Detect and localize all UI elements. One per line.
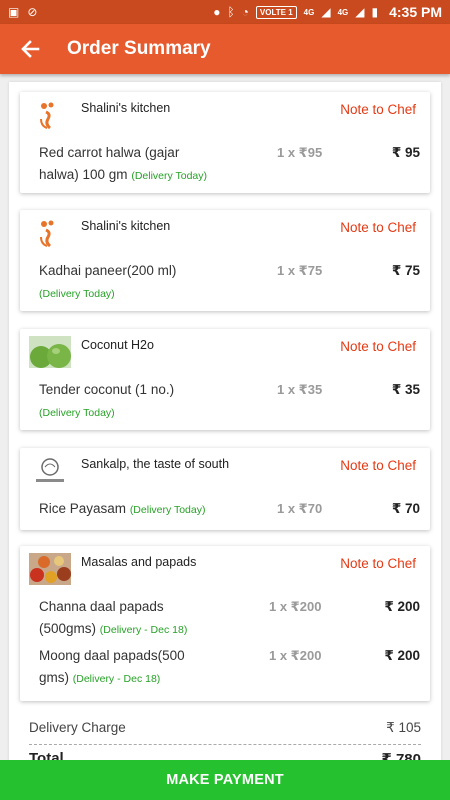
order-item: Kadhai paneer(200 ml) (Delivery Today) 1… <box>20 260 430 305</box>
order-item: Rice Payasam (Delivery Today) 1 x ₹70 ₹ … <box>20 498 430 521</box>
back-button[interactable] <box>0 24 60 74</box>
item-name-text: Kadhai paneer(200 ml) <box>39 263 177 278</box>
item-name-line2: (500gms) <box>39 621 97 636</box>
order-item: Red carrot halwa (gajar halwa) 100 gm (D… <box>20 142 430 187</box>
delivery-info: (Delivery - Dec 18) <box>99 624 188 636</box>
item-name-line1: Channa daal papads <box>39 599 164 614</box>
total-label: Total <box>29 750 64 760</box>
item-name: Channa daal papads (500gms) (Delivery - … <box>39 596 259 641</box>
no-signal-icon: ⊘ <box>27 5 38 19</box>
signal-icon: ◢ <box>321 5 331 19</box>
item-name: Kadhai paneer(200 ml) (Delivery Today) <box>39 260 259 305</box>
order-card: Coconut H2o Note to Chef Tender coconut … <box>20 329 430 430</box>
item-name-line2: halwa) 100 gm <box>39 167 128 182</box>
delivery-info: (Delivery Today) <box>129 504 206 516</box>
note-to-chef-button[interactable]: Note to Chef <box>340 458 416 473</box>
delivery-info: (Delivery Today) <box>39 288 115 300</box>
item-name-text: Tender coconut (1 no.) <box>39 382 175 397</box>
note-to-chef-button[interactable]: Note to Chef <box>340 220 416 235</box>
status-time: 4:35 PM <box>389 4 442 20</box>
item-name-line1: Red carrot halwa (gajar <box>39 145 180 160</box>
coconut-image <box>29 336 71 368</box>
note-to-chef-button[interactable]: Note to Chef <box>340 339 416 354</box>
total-row: Total ₹ 780 <box>29 750 421 760</box>
order-card: Shalini's kitchen Note to Chef Kadhai pa… <box>20 210 430 311</box>
order-card: Masalas and papads Note to Chef Channa d… <box>20 546 430 701</box>
signal-icon: ◢ <box>355 5 365 19</box>
item-name-line1: Moong daal papads(500 <box>39 648 185 663</box>
shop-name: Masalas and papads <box>81 555 197 569</box>
item-name: Rice Payasam (Delivery Today) <box>39 498 279 521</box>
summary-divider <box>29 744 421 745</box>
item-quantity: 1 x ₹95 <box>277 145 323 160</box>
delivery-charge-label: Delivery Charge <box>29 720 126 735</box>
total-value: ₹ 780 <box>381 751 421 760</box>
item-name-text: Rice Payasam <box>39 501 127 516</box>
signal-4g-2: 4G <box>337 7 349 17</box>
order-container: Shalini's kitchen Note to Chef Red carro… <box>9 82 441 760</box>
delivery-info: (Delivery Today) <box>39 407 115 419</box>
order-card: Sankalp, the taste of south Note to Chef… <box>20 448 430 530</box>
status-bar: ▣ ⊘ ● ᛒ ◔ VOLTE 1 4G ◢ 4G ◢ ▮ 4:35 PM <box>0 0 450 24</box>
order-item: Channa daal papads (500gms) (Delivery - … <box>20 596 430 641</box>
order-list[interactable]: Shalini's kitchen Note to Chef Red carro… <box>0 74 450 760</box>
order-item: Tender coconut (1 no.) (Delivery Today) … <box>20 379 430 424</box>
note-to-chef-button[interactable]: Note to Chef <box>340 556 416 571</box>
item-quantity: 1 x ₹200 <box>269 648 322 663</box>
shop-name: Sankalp, the taste of south <box>81 457 230 471</box>
item-price: ₹ 70 <box>391 501 420 516</box>
app-bar: Order Summary <box>0 24 450 74</box>
item-quantity: 1 x ₹75 <box>277 263 323 278</box>
wifi-icon: ◔ <box>241 5 249 19</box>
volte-badge: VOLTE 1 <box>255 5 297 19</box>
location-icon: ● <box>213 5 221 19</box>
shop-name: Shalini's kitchen <box>81 101 171 115</box>
order-item: Moong daal papads(500 gms) (Delivery - D… <box>20 645 430 690</box>
item-name: Red carrot halwa (gajar halwa) 100 gm (D… <box>39 142 259 187</box>
item-price: ₹ 95 <box>391 145 420 160</box>
item-quantity: 1 x ₹200 <box>269 599 322 614</box>
shop-name: Coconut H2o <box>81 338 154 352</box>
chef-logo-icon <box>40 220 54 248</box>
item-quantity: 1 x ₹35 <box>277 382 323 397</box>
item-name-line2: gms) <box>39 670 69 685</box>
image-notification-icon: ▣ <box>8 5 20 19</box>
item-price: ₹ 200 <box>384 648 420 663</box>
make-payment-button[interactable]: MAKE PAYMENT <box>0 760 450 800</box>
item-price: ₹ 200 <box>384 599 420 614</box>
delivery-charge-row: Delivery Charge ₹ 105 <box>29 720 421 736</box>
item-name: Moong daal papads(500 gms) (Delivery - D… <box>39 645 259 690</box>
arrow-left-icon <box>21 40 40 58</box>
item-price: ₹ 75 <box>391 263 420 278</box>
battery-icon: ▮ <box>371 5 379 19</box>
item-quantity: 1 x ₹70 <box>277 501 323 516</box>
delivery-info: (Delivery Today) <box>131 170 207 182</box>
sankalp-logo <box>29 455 71 487</box>
delivery-info: (Delivery - Dec 18) <box>72 673 161 685</box>
bluetooth-icon: ᛒ <box>227 5 235 19</box>
item-price: ₹ 35 <box>391 382 420 397</box>
order-card: Shalini's kitchen Note to Chef Red carro… <box>20 92 430 193</box>
note-to-chef-button[interactable]: Note to Chef <box>340 102 416 117</box>
spices-image <box>29 553 71 585</box>
chef-logo-icon <box>40 102 54 130</box>
shop-name: Shalini's kitchen <box>81 219 171 233</box>
signal-4g-1: 4G <box>303 7 315 17</box>
delivery-charge-value: ₹ 105 <box>386 720 421 735</box>
item-name: Tender coconut (1 no.) (Delivery Today) <box>39 379 259 424</box>
page-title: Order Summary <box>67 38 211 59</box>
